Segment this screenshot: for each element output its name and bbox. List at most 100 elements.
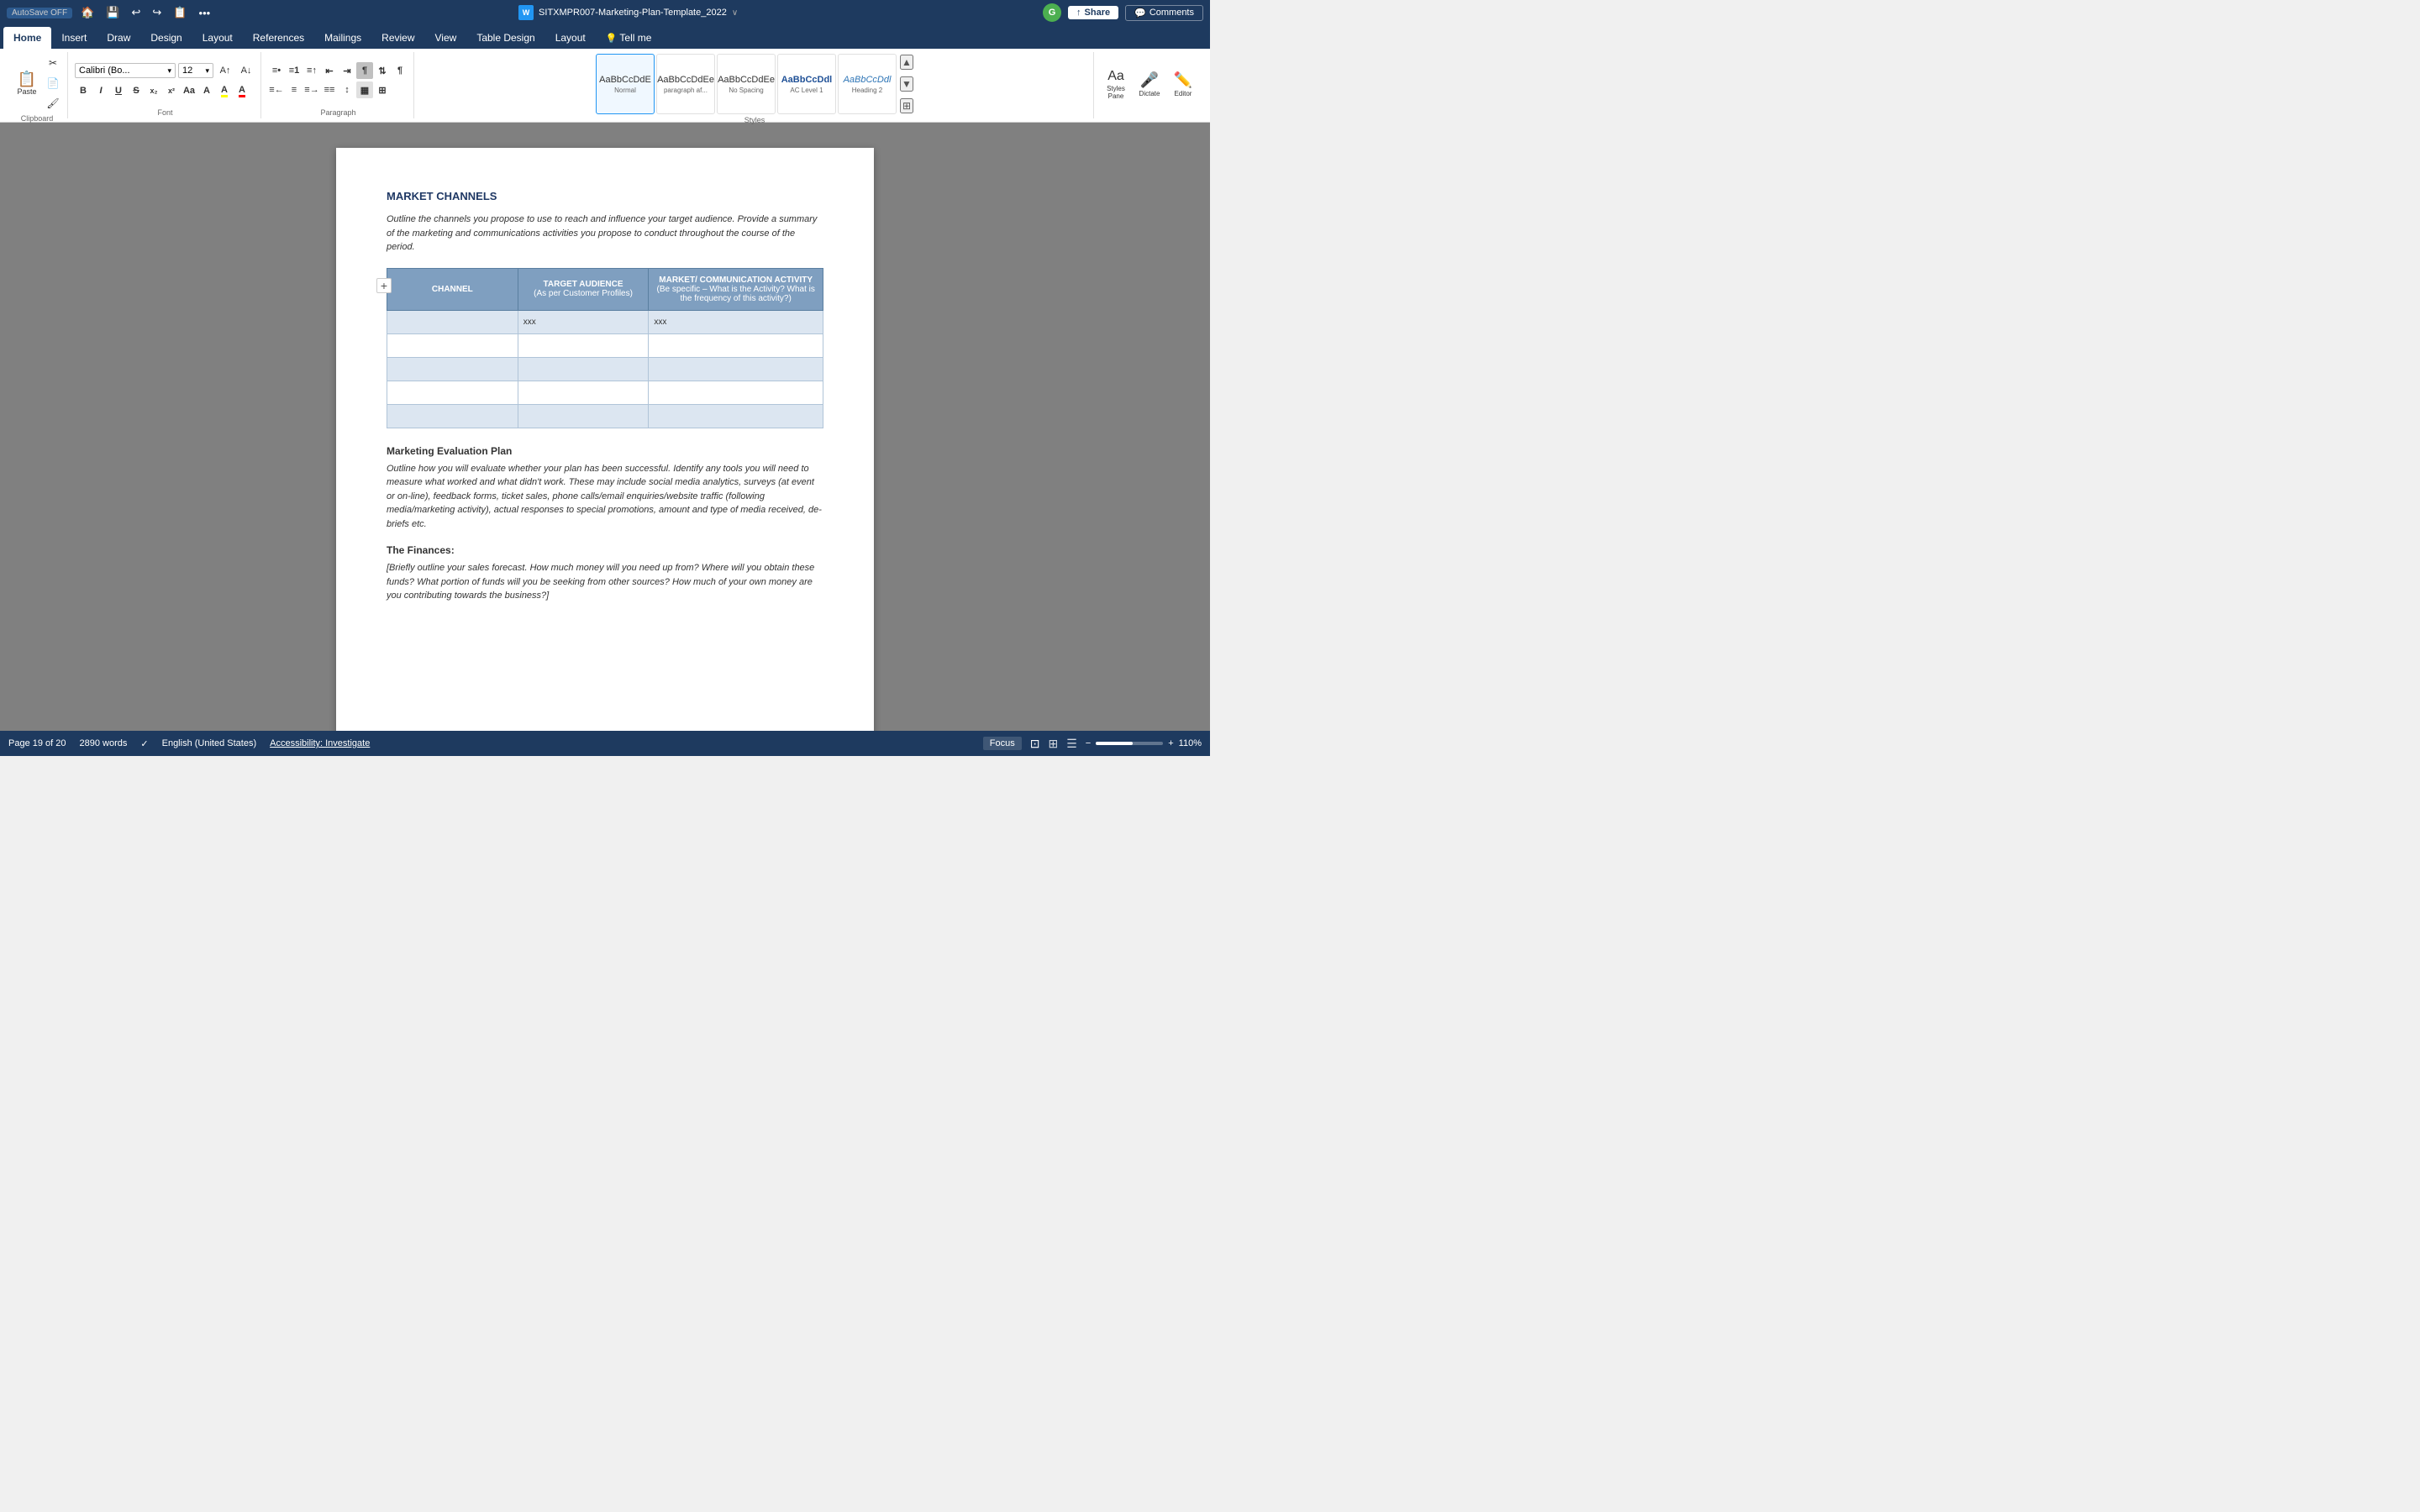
cell-activity-2[interactable] [649, 333, 823, 357]
copy-button[interactable]: 📄 [44, 74, 62, 92]
tab-review[interactable]: Review [371, 27, 424, 49]
tab-tell-me[interactable]: 💡Tell me [596, 27, 662, 49]
share-button[interactable]: ↑ Share [1068, 6, 1118, 19]
document-page[interactable]: + MARKET CHANNELS Outline the channels y… [336, 148, 874, 731]
superscript-button[interactable]: x² [163, 82, 180, 99]
bold-button[interactable]: B [75, 82, 92, 99]
increase-font-button[interactable]: A↑ [216, 61, 234, 80]
editor-button[interactable]: ✏️ Editor [1168, 69, 1198, 100]
cell-channel-5[interactable] [387, 404, 518, 428]
style-paragraph-after[interactable]: AaBbCcDdEe paragraph af... [656, 54, 715, 114]
clear-format-button[interactable]: A [198, 82, 215, 99]
collaborator-avatar: G [1043, 3, 1061, 22]
eval-heading: Marketing Evaluation Plan [387, 445, 823, 457]
style-no-spacing[interactable]: AaBbCcDdEe No Spacing [717, 54, 776, 114]
cell-activity-5[interactable] [649, 404, 823, 428]
cell-channel-4[interactable] [387, 381, 518, 404]
tab-references[interactable]: References [243, 27, 314, 49]
decrease-font-button[interactable]: A↓ [237, 61, 255, 80]
styles-scroll-down[interactable]: ▼ [900, 76, 913, 92]
cell-activity-3[interactable] [649, 357, 823, 381]
tab-table-design[interactable]: Table Design [466, 27, 544, 49]
line-spacing-button[interactable]: ↕ [339, 81, 355, 98]
table-add-row-button[interactable]: + [376, 278, 392, 293]
outline-icon[interactable]: ☰ [1066, 737, 1077, 751]
styles-more[interactable]: ⊞ [900, 98, 913, 113]
tab-draw[interactable]: Draw [97, 27, 140, 49]
italic-button[interactable]: I [92, 82, 109, 99]
cell-activity-4[interactable] [649, 381, 823, 404]
style-normal[interactable]: AaBbCcDdE Normal [596, 54, 655, 114]
zoom-bar-fill [1096, 742, 1133, 745]
change-case-button[interactable]: Aa [181, 82, 197, 99]
cell-target-5[interactable] [518, 404, 649, 428]
sort-button[interactable]: ⇅ [374, 62, 391, 79]
numbered-list-button[interactable]: ≡1 [286, 62, 302, 79]
print-layout-icon[interactable]: ⊡ [1030, 737, 1040, 751]
comments-button[interactable]: 💬 Comments [1125, 5, 1203, 21]
text-highlight-button[interactable]: A [216, 82, 233, 99]
align-center-button[interactable]: ≡ [286, 81, 302, 98]
share-icon: ↑ [1076, 8, 1081, 18]
dictate-button[interactable]: 🎤 Dictate [1134, 69, 1165, 100]
strikethrough-button[interactable]: S [128, 82, 145, 99]
zoom-in-button[interactable]: + [1168, 738, 1173, 748]
styles-scroll-up[interactable]: ▲ [900, 55, 913, 70]
cell-channel-3[interactable] [387, 357, 518, 381]
cell-target-2[interactable] [518, 333, 649, 357]
tab-layout[interactable]: Layout [192, 27, 243, 49]
home-icon[interactable]: 🏠 [77, 4, 97, 21]
zoom-out-button[interactable]: − [1086, 738, 1091, 748]
show-hide-button[interactable]: ¶ [356, 62, 373, 79]
style-heading2[interactable]: AaBbCcDdl Heading 2 [838, 54, 897, 114]
focus-button[interactable]: Focus [983, 737, 1022, 750]
cell-activity-1[interactable]: xxx [649, 310, 823, 333]
pilcrow-button[interactable]: ¶ [392, 62, 408, 79]
font-size-selector[interactable]: 12 ▾ [178, 63, 213, 78]
styles-pane-label: StylesPane [1107, 85, 1125, 100]
more-icon[interactable]: ••• [196, 5, 214, 21]
web-layout-icon[interactable]: ⊞ [1049, 737, 1059, 751]
tab-view[interactable]: View [425, 27, 467, 49]
cell-channel-2[interactable] [387, 333, 518, 357]
multilevel-list-button[interactable]: ≡↑ [303, 62, 320, 79]
table-row: xxx xxx [387, 310, 823, 333]
tab-insert[interactable]: Insert [51, 27, 97, 49]
cut-button[interactable]: ✂ [44, 54, 62, 72]
tab-design[interactable]: Design [140, 27, 192, 49]
accessibility[interactable]: Accessibility: Investigate [270, 738, 370, 748]
styles-controls: AaBbCcDdE Normal AaBbCcDdEe paragraph af… [596, 54, 913, 114]
shading-button[interactable]: ▦ [356, 81, 373, 98]
font-name-selector[interactable]: Calibri (Bo... ▾ [75, 63, 176, 78]
cell-channel-1[interactable] [387, 310, 518, 333]
document-title: SITXMPR007-Marketing-Plan-Template_2022 [539, 8, 727, 18]
styles-pane-button[interactable]: Aa StylesPane [1101, 66, 1131, 102]
borders-button[interactable]: ⊞ [374, 81, 391, 98]
present-icon[interactable]: 📋 [170, 4, 190, 21]
tab-home[interactable]: Home [3, 27, 51, 49]
ribbon-group-font: Calibri (Bo... ▾ 12 ▾ A↑ A↓ B I U S x₂ x… [70, 52, 261, 118]
styles-scroll-controls: ▲ ▼ ⊞ [900, 55, 913, 113]
spell-check-icon[interactable]: ✓ [140, 738, 148, 749]
format-painter-button[interactable]: 🖌 [44, 94, 62, 113]
decrease-indent-button[interactable]: ⇤ [321, 62, 338, 79]
undo-icon[interactable]: ↩ [129, 4, 145, 21]
subscript-button[interactable]: x₂ [145, 82, 162, 99]
save-icon[interactable]: 💾 [103, 4, 123, 21]
tab-layout2[interactable]: Layout [545, 27, 596, 49]
underline-button[interactable]: U [110, 82, 127, 99]
cell-target-4[interactable] [518, 381, 649, 404]
align-left-button[interactable]: ≡← [268, 81, 285, 98]
redo-icon[interactable]: ↪ [149, 4, 165, 21]
increase-indent-button[interactable]: ⇥ [339, 62, 355, 79]
paste-button[interactable]: 📋 Paste [12, 69, 42, 98]
tab-mailings[interactable]: Mailings [314, 27, 371, 49]
align-right-button[interactable]: ≡→ [303, 81, 320, 98]
justify-button[interactable]: ≡≡ [321, 81, 338, 98]
bullet-list-button[interactable]: ≡• [268, 62, 285, 79]
autosave-badge[interactable]: AutoSave OFF [7, 8, 72, 18]
font-color-button[interactable]: A [234, 82, 250, 99]
style-ac-level1[interactable]: AaBbCcDdl AC Level 1 [777, 54, 836, 114]
cell-target-3[interactable] [518, 357, 649, 381]
cell-target-1[interactable]: xxx [518, 310, 649, 333]
